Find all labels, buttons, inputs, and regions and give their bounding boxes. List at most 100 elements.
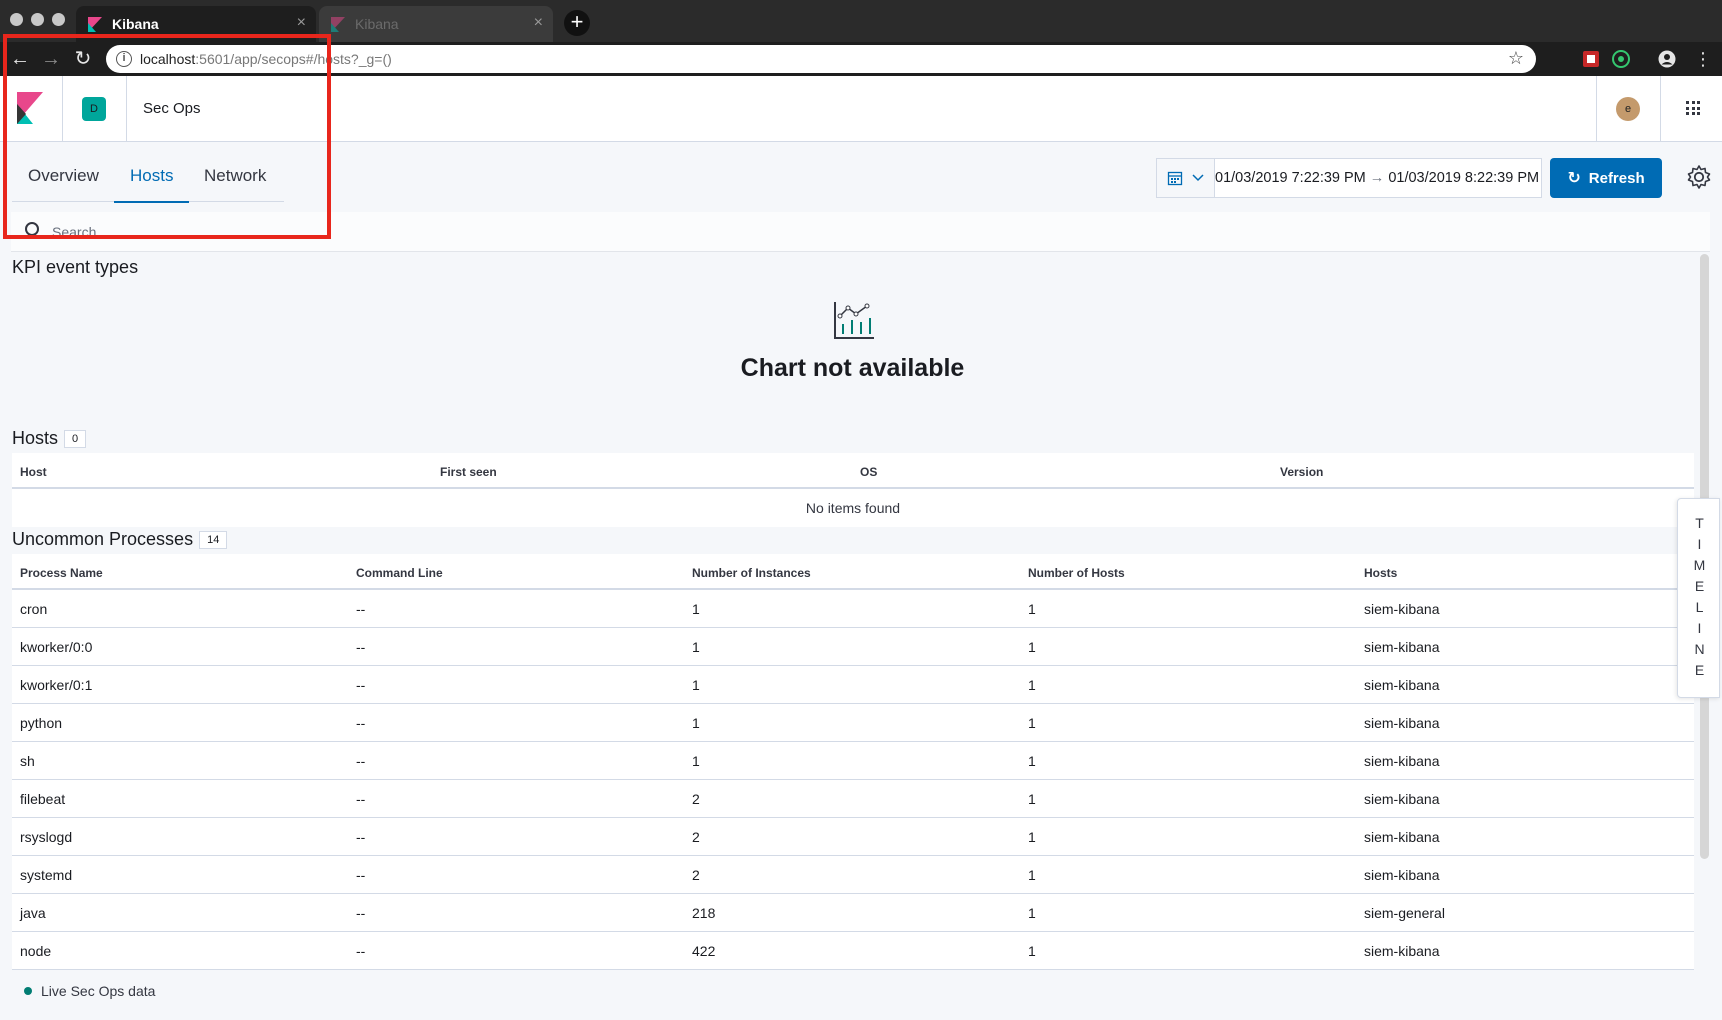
hosts-table-header: Host First seen OS Version [12, 453, 1694, 489]
instances-cell: 1 [692, 639, 700, 655]
search-bar[interactable]: Search [11, 212, 1710, 252]
num-hosts-cell: 1 [1028, 677, 1036, 693]
column-header-os[interactable]: OS [860, 465, 877, 479]
apps-grid-icon[interactable] [1686, 101, 1700, 115]
address-bar[interactable]: i localhost:5601/app/secops#/hosts?_g=()… [106, 45, 1536, 73]
window-minimize-button[interactable] [31, 13, 44, 26]
num-hosts-cell: 1 [1028, 829, 1036, 845]
command-line-cell: -- [356, 601, 366, 617]
search-icon [25, 222, 39, 236]
new-tab-button[interactable]: + [564, 10, 590, 36]
table-row: sh -- 1 1 siem-kibana [12, 742, 1694, 780]
search-input[interactable]: Search [52, 224, 96, 240]
column-header-instances[interactable]: Number of Instances [692, 566, 811, 580]
site-info-icon[interactable]: i [116, 51, 132, 67]
processes-table: Process Name Command Line Number of Inst… [12, 554, 1694, 970]
tab-network[interactable]: Network [204, 166, 266, 202]
browser-tab-label: Kibana [112, 16, 159, 32]
browser-tab-bar: Kibana × Kibana × + [0, 0, 1722, 42]
table-row: systemd -- 2 1 siem-kibana [12, 856, 1694, 894]
column-header-num-hosts[interactable]: Number of Hosts [1028, 566, 1125, 580]
hosts-cell: siem-kibana [1364, 753, 1440, 769]
processes-count-badge: 14 [199, 531, 228, 549]
window-zoom-button[interactable] [52, 13, 65, 26]
processes-table-header: Process Name Command Line Number of Inst… [12, 554, 1694, 590]
table-row: filebeat -- 2 1 siem-kibana [12, 780, 1694, 818]
extension-red-icon[interactable] [1582, 50, 1600, 68]
command-line-cell: -- [356, 867, 366, 883]
process-name-cell: systemd [20, 867, 73, 883]
column-header-process-name[interactable]: Process Name [20, 566, 103, 580]
table-row: kworker/0:1 -- 1 1 siem-kibana [12, 666, 1694, 704]
browser-menu-icon[interactable]: ⋮ [1690, 46, 1716, 72]
chart-unavailable-icon [834, 302, 874, 339]
tab-close-icon[interactable]: × [534, 14, 543, 32]
num-hosts-cell: 1 [1028, 715, 1036, 731]
num-hosts-cell: 1 [1028, 601, 1036, 617]
date-range-picker: 01/03/2019 7:22:39 PM → 01/03/2019 8:22:… [1156, 158, 1542, 198]
process-name-cell: kworker/0:1 [20, 677, 93, 693]
reload-icon[interactable]: ↻ [70, 46, 96, 72]
instances-cell: 2 [692, 791, 700, 807]
instances-cell: 422 [692, 943, 716, 959]
column-header-command-line[interactable]: Command Line [356, 566, 443, 580]
table-row: node -- 422 1 siem-kibana [12, 932, 1694, 970]
hosts-cell: siem-kibana [1364, 715, 1440, 731]
hosts-count-badge: 0 [64, 430, 87, 448]
column-header-version[interactable]: Version [1280, 465, 1323, 479]
tab-hosts[interactable]: Hosts [114, 166, 190, 203]
hosts-cell: siem-kibana [1364, 829, 1440, 845]
command-line-cell: -- [356, 677, 366, 693]
instances-cell: 2 [692, 829, 700, 845]
bookmark-star-icon[interactable]: ☆ [1508, 48, 1524, 69]
instances-cell: 218 [692, 905, 716, 921]
browser-tab-inactive[interactable]: Kibana × [319, 6, 553, 42]
space-avatar[interactable]: D [82, 97, 106, 121]
refresh-button[interactable]: ↻ Refresh [1550, 158, 1662, 198]
window-close-button[interactable] [10, 13, 23, 26]
tab-close-icon[interactable]: × [297, 14, 306, 32]
browser-tab-active[interactable]: Kibana × [76, 6, 316, 42]
calendar-icon [1167, 171, 1183, 186]
user-avatar[interactable]: e [1616, 97, 1640, 121]
timeline-flyout-button[interactable]: TIMELINE [1677, 498, 1720, 698]
table-row: rsyslogd -- 2 1 siem-kibana [12, 818, 1694, 856]
table-row: kworker/0:0 -- 1 1 siem-kibana [12, 628, 1694, 666]
process-name-cell: rsyslogd [20, 829, 73, 845]
chart-empty-message: Chart not available [740, 354, 965, 382]
column-header-host[interactable]: Host [20, 465, 47, 479]
hosts-cell: siem-general [1364, 905, 1445, 921]
browser-toolbar: ← → ↻ i localhost:5601/app/secops#/hosts… [0, 42, 1722, 76]
command-line-cell: -- [356, 715, 366, 731]
kibana-favicon-icon [331, 17, 345, 32]
command-line-cell: -- [356, 943, 366, 959]
process-name-cell: filebeat [20, 791, 66, 807]
status-dot-icon [24, 987, 32, 995]
kibana-favicon-icon [88, 17, 102, 32]
settings-gear-icon[interactable] [1686, 164, 1712, 190]
kibana-header: D Sec Ops e [0, 76, 1722, 142]
column-header-hosts[interactable]: Hosts [1364, 566, 1397, 580]
instances-cell: 2 [692, 867, 700, 883]
back-arrow-icon[interactable]: ← [7, 46, 33, 72]
processes-section-title: Uncommon Processes 14 [12, 529, 228, 550]
column-header-first-seen[interactable]: First seen [440, 465, 497, 479]
tab-overview[interactable]: Overview [28, 166, 99, 202]
kibana-logo-icon[interactable] [17, 92, 43, 124]
hosts-empty-message: No items found [805, 500, 901, 516]
num-hosts-cell: 1 [1028, 905, 1036, 921]
hosts-cell: siem-kibana [1364, 677, 1440, 693]
command-line-cell: -- [356, 639, 366, 655]
date-range-text[interactable]: 01/03/2019 7:22:39 PM → 01/03/2019 8:22:… [1215, 170, 1539, 186]
hosts-cell: siem-kibana [1364, 639, 1440, 655]
num-hosts-cell: 1 [1028, 943, 1036, 959]
secops-tabs: Overview Hosts Network [12, 156, 284, 203]
hosts-cell: siem-kibana [1364, 601, 1440, 617]
extension-green-icon[interactable] [1612, 50, 1630, 68]
process-name-cell: node [20, 943, 52, 959]
forward-arrow-icon[interactable]: → [38, 46, 64, 72]
quick-select-button[interactable] [1157, 159, 1215, 197]
profile-icon[interactable] [1658, 50, 1676, 68]
hosts-table: Host First seen OS Version No items foun… [12, 453, 1694, 527]
url-text: localhost:5601/app/secops#/hosts?_g=() [140, 51, 392, 67]
